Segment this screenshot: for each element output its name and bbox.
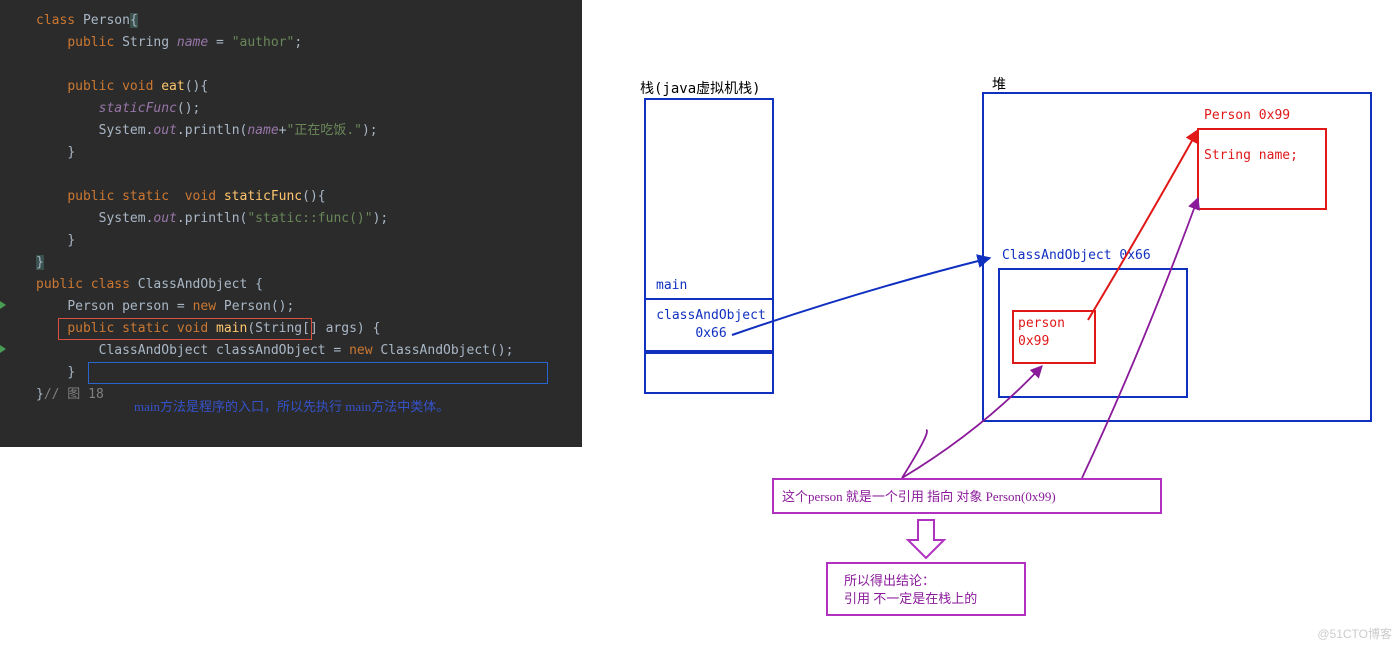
classandobject-label: ClassAndObject 0x66 (1002, 248, 1192, 263)
code-line: System.out.println("static::func()"); (12, 208, 582, 230)
person-field-name: person (1018, 316, 1088, 331)
code-line: System.out.println(name+"正在吃饭."); (12, 120, 582, 142)
person-object-field: String name; (1204, 148, 1324, 163)
note-text-1: 这个person 就是一个引用 指向 对象 Person(0x99) (782, 486, 1152, 505)
code-line: staticFunc(); (12, 98, 582, 120)
memory-diagram: 栈(java虚拟机栈) 堆 main classAndObject 0x66 P… (582, 0, 1400, 646)
code-line: class Person{ (12, 10, 582, 32)
gutter (0, 0, 12, 447)
highlight-red-box (58, 318, 312, 340)
person-field-addr: 0x99 (1018, 334, 1088, 349)
run-icon[interactable] (0, 301, 6, 309)
stack-frame (644, 298, 774, 352)
note-text-2b: 引用 不一定是在栈上的 (844, 588, 1014, 607)
code-line: } (12, 252, 582, 274)
stack-title: 栈(java虚拟机栈) (640, 78, 761, 98)
person-object-label: Person 0x99 (1204, 108, 1324, 123)
stack-divider (644, 352, 774, 354)
person-object (1197, 128, 1327, 210)
code-line (12, 164, 582, 186)
code-annotation: main方法是程序的入口，所以先执行 main方法中类体。 (134, 396, 449, 418)
code-line: public class ClassAndObject { (12, 274, 582, 296)
watermark: @51CTO博客 (1317, 625, 1392, 642)
code-line: public static void staticFunc(){ (12, 186, 582, 208)
stack-var-addr: 0x66 (652, 326, 770, 341)
code-line (12, 54, 582, 76)
code-line: public String name = "author"; (12, 32, 582, 54)
run-icon[interactable] (0, 345, 6, 353)
code-line: Person person = new Person(); (12, 296, 582, 318)
code-line: public void eat(){ (12, 76, 582, 98)
stack-frame-label: main (656, 278, 716, 293)
code-line: } (12, 142, 582, 164)
code-line: ClassAndObject classAndObject = new Clas… (12, 340, 582, 362)
heap-title: 堆 (992, 74, 1006, 94)
note-text-2a: 所以得出结论： (844, 570, 1014, 589)
code-line: } (12, 230, 582, 252)
highlight-blue-box (88, 362, 548, 384)
stack-var-name: classAndObject (652, 308, 770, 323)
code-editor: class Person{ public String name = "auth… (0, 0, 582, 447)
